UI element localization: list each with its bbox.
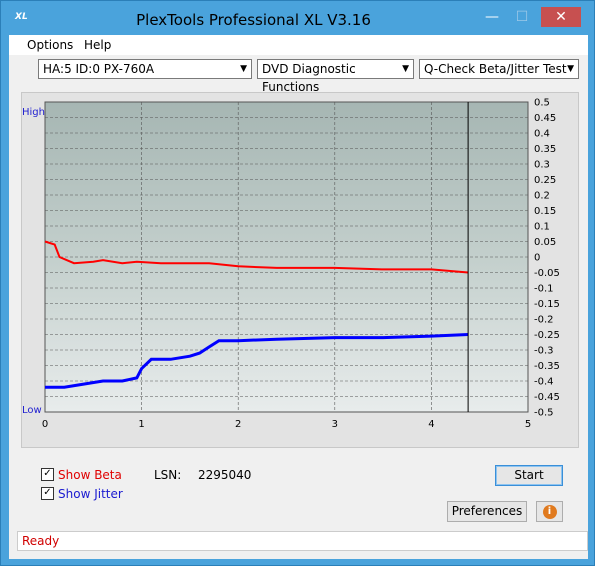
minimize-button[interactable]: — bbox=[478, 7, 506, 27]
beta-jitter-chart: 0.5 0.45 0.4 0.35 0.3 0.25 0.2 0.15 0.1 0.05 0 -0.0… bbox=[42, 98, 560, 431]
function-select-value: DVD Diagnostic Functions bbox=[262, 62, 356, 94]
y-tick-label: 0.25 bbox=[534, 175, 556, 186]
client-area: Options Help HA:5 ID:0 PX-760A ▼ DVD Dia… bbox=[9, 35, 588, 559]
show-beta-checkbox[interactable]: ✓ bbox=[41, 468, 54, 481]
chevron-down-icon: ▼ bbox=[240, 64, 247, 74]
x-tick-label: 2 bbox=[235, 419, 241, 430]
window-title: PlexTools Professional XL V3.16 bbox=[136, 11, 371, 29]
x-tick-label: 5 bbox=[525, 419, 531, 430]
chevron-down-icon: ▼ bbox=[567, 64, 574, 74]
app-window: XL PlexTools Professional XL V3.16 — ☐ ✕… bbox=[0, 0, 595, 566]
graph-panel: High Low 0.5 0.45 0.4 0.35 0.3 0.25 0.2 0.15 0.1… bbox=[21, 92, 579, 448]
x-tick-label: 1 bbox=[138, 419, 144, 430]
y-tick-label: -0.3 bbox=[534, 346, 554, 357]
drive-select-value: HA:5 ID:0 PX-760A bbox=[43, 62, 155, 76]
status-bar: Ready bbox=[17, 531, 588, 551]
y-tick-label: 0.5 bbox=[534, 98, 550, 109]
lsn-value: 2295040 bbox=[198, 468, 252, 482]
y-tick-label: 0 bbox=[534, 253, 540, 264]
y-tick-label: 0.05 bbox=[534, 237, 556, 248]
show-jitter-label[interactable]: Show Jitter bbox=[58, 487, 123, 501]
chevron-down-icon: ▼ bbox=[402, 64, 409, 74]
y-tick-label: 0.3 bbox=[534, 160, 550, 171]
status-text: Ready bbox=[22, 534, 60, 548]
y-tick-label: 0.35 bbox=[534, 144, 556, 155]
y-tick-label: -0.4 bbox=[534, 377, 554, 388]
y-tick-label: -0.45 bbox=[534, 392, 560, 403]
title-bar[interactable]: XL PlexTools Professional XL V3.16 — ☐ ✕ bbox=[1, 1, 595, 35]
menu-help[interactable]: Help bbox=[84, 38, 111, 52]
x-tick-label: 4 bbox=[428, 419, 434, 430]
y-tick-label: 0.15 bbox=[534, 206, 556, 217]
y-tick-label: -0.05 bbox=[534, 268, 560, 279]
y-tick-label: 0.1 bbox=[534, 222, 550, 233]
start-button[interactable]: Start bbox=[495, 465, 563, 486]
maximize-button[interactable]: ☐ bbox=[508, 7, 536, 27]
y-tick-label: 0.45 bbox=[534, 113, 556, 124]
info-icon: i bbox=[542, 505, 557, 519]
test-select[interactable]: Q-Check Beta/Jitter Test ▼ bbox=[419, 59, 579, 79]
x-tick-label: 0 bbox=[42, 419, 48, 430]
y-tick-label: -0.2 bbox=[534, 315, 554, 326]
close-button[interactable]: ✕ bbox=[541, 7, 581, 27]
options-area: ✓ Show Beta ✓ Show Jitter LSN: 2295040 S… bbox=[9, 453, 588, 525]
y-tick-label: 0.2 bbox=[534, 191, 550, 202]
y-tick-label: 0.4 bbox=[534, 129, 550, 140]
y-tick-label: -0.35 bbox=[534, 361, 560, 372]
function-select[interactable]: DVD Diagnostic Functions ▼ bbox=[257, 59, 414, 94]
menu-bar: Options Help bbox=[9, 35, 588, 55]
drive-select[interactable]: HA:5 ID:0 PX-760A ▼ bbox=[38, 59, 252, 79]
lsn-label: LSN: bbox=[154, 468, 182, 482]
x-tick-label: 3 bbox=[332, 419, 338, 430]
y-tick-label: -0.15 bbox=[534, 299, 560, 310]
y-tick-label: -0.25 bbox=[534, 330, 560, 341]
test-select-value: Q-Check Beta/Jitter Test bbox=[424, 62, 567, 76]
show-jitter-checkbox[interactable]: ✓ bbox=[41, 487, 54, 500]
preferences-button[interactable]: Preferences bbox=[447, 501, 527, 522]
show-beta-label[interactable]: Show Beta bbox=[58, 468, 122, 482]
info-button[interactable]: i bbox=[536, 501, 563, 522]
y-tick-label: -0.1 bbox=[534, 284, 554, 295]
menu-options[interactable]: Options bbox=[27, 38, 73, 52]
y-tick-label: -0.5 bbox=[534, 408, 554, 419]
toolbar: HA:5 ID:0 PX-760A ▼ DVD Diagnostic Funct… bbox=[9, 55, 588, 94]
